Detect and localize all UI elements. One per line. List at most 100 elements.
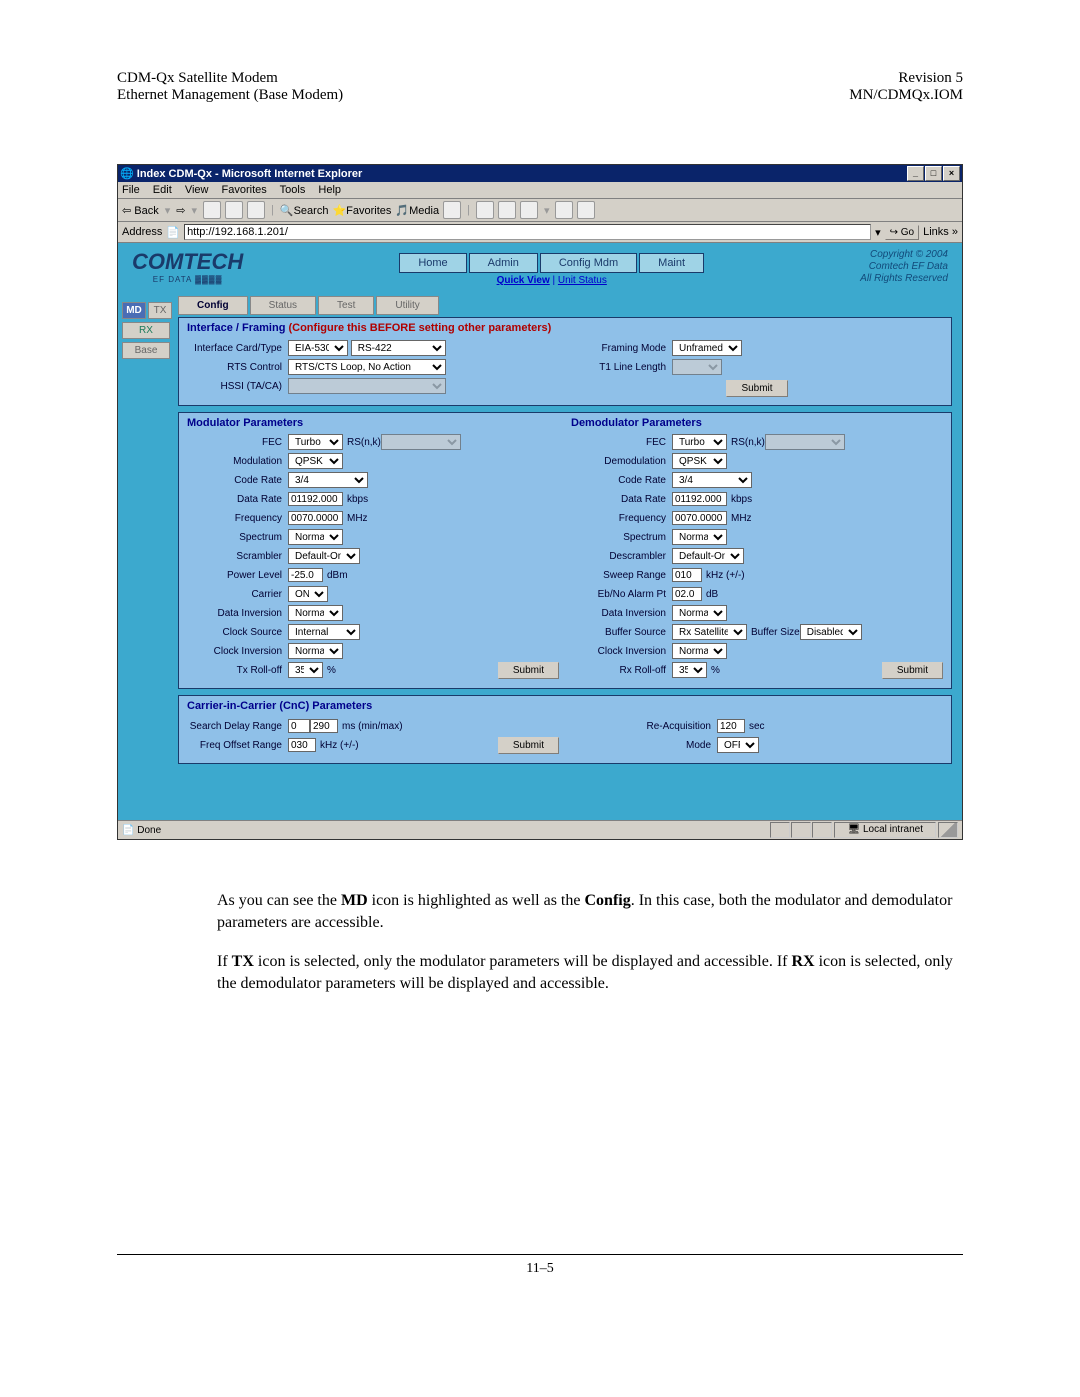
dem-submit-button[interactable]: Submit [882, 662, 943, 679]
url-dropdown-icon[interactable]: ▾ [875, 226, 881, 239]
research-icon[interactable] [577, 201, 595, 219]
nav-maint[interactable]: Maint [639, 253, 704, 273]
mod-frequency[interactable] [288, 511, 343, 525]
if-warn: (Configure this BEFORE setting other par… [288, 322, 551, 334]
body-text: As you can see the MD icon is highlighte… [217, 890, 953, 994]
status-zone: Local intranet [863, 824, 923, 835]
menu-view[interactable]: View [185, 184, 209, 196]
dem-rolloff[interactable]: 35 [672, 662, 707, 678]
dem-ebno[interactable] [672, 587, 702, 601]
mail-icon[interactable] [476, 201, 494, 219]
mod-clocksource[interactable]: Internal [288, 624, 360, 640]
side-rx[interactable]: RX [122, 322, 170, 339]
panel-cnc: Carrier-in-Carrier (CnC) Parameters Sear… [178, 695, 952, 764]
window-titlebar: 🌐 Index CDM-Qx - Microsoft Internet Expl… [118, 165, 962, 182]
page-number: 11–5 [526, 1261, 553, 1276]
if-framing-label: Framing Mode [571, 343, 672, 354]
print-icon[interactable] [498, 201, 516, 219]
main-tabs: Config Status Test Utility [178, 296, 952, 315]
if-framing-select[interactable]: Unframed [672, 340, 742, 356]
mod-coderate[interactable]: 3/4 [288, 472, 368, 488]
dem-fec[interactable]: Turbo [672, 434, 727, 450]
go-button[interactable]: ↪ Go [885, 225, 920, 240]
menu-file[interactable]: File [122, 184, 140, 196]
favorites-button[interactable]: ⭐Favorites [332, 204, 391, 217]
tab-config[interactable]: Config [178, 296, 248, 315]
maximize-icon[interactable]: □ [925, 166, 942, 181]
copyright: Copyright © 2004 Comtech EF Data All Rig… [860, 249, 948, 285]
subnav-unitstatus[interactable]: Unit Status [558, 275, 607, 286]
home-icon[interactable] [247, 201, 265, 219]
dem-buffersource[interactable]: Rx Satellite [672, 624, 747, 640]
dem-datarate[interactable] [672, 492, 727, 506]
nav-config-mdm[interactable]: Config Mdm [540, 253, 637, 273]
if-hssi-label: HSSI (TA/CA) [187, 381, 288, 392]
if-card-select[interactable]: EIA-530 [288, 340, 348, 356]
tab-utility[interactable]: Utility [376, 296, 438, 315]
discuss-icon[interactable] [555, 201, 573, 219]
url-input[interactable] [184, 224, 871, 240]
tab-test[interactable]: Test [318, 296, 374, 315]
close-icon[interactable]: × [943, 166, 960, 181]
nav-admin[interactable]: Admin [469, 253, 538, 273]
mod-modulation[interactable]: QPSK [288, 453, 343, 469]
edit-icon[interactable] [520, 201, 538, 219]
forward-button[interactable]: ⇨ [176, 204, 185, 217]
tab-status[interactable]: Status [250, 296, 316, 315]
page-footer: 11–5 [117, 1254, 963, 1277]
side-tx[interactable]: TX [148, 302, 172, 319]
if-rts-select[interactable]: RTS/CTS Loop, No Action [288, 359, 446, 375]
mod-fec[interactable]: Turbo [288, 434, 343, 450]
cnc-submit-button[interactable]: Submit [498, 737, 559, 754]
mod-scrambler[interactable]: Default-On [288, 548, 360, 564]
resize-grip-icon[interactable] [938, 822, 958, 838]
menu-bar: File Edit View Favorites Tools Help [118, 182, 962, 199]
menu-help[interactable]: Help [318, 184, 341, 196]
side-base[interactable]: Base [122, 342, 170, 359]
search-button[interactable]: 🔍Search [280, 204, 329, 217]
mod-datarate[interactable] [288, 492, 343, 506]
intranet-icon: 🖥 [847, 824, 860, 835]
menu-edit[interactable]: Edit [153, 184, 172, 196]
mod-clockinv[interactable]: Normal [288, 643, 343, 659]
stop-icon[interactable] [203, 201, 221, 219]
mod-datainv[interactable]: Normal [288, 605, 343, 621]
nav-home[interactable]: Home [399, 253, 466, 273]
media-button[interactable]: 🎵Media [395, 204, 439, 217]
cnc-sdr-max[interactable] [310, 719, 338, 733]
mod-rolloff[interactable]: 35 [288, 662, 323, 678]
dem-descrambler[interactable]: Default-On [672, 548, 744, 564]
dem-frequency[interactable] [672, 511, 727, 525]
minimize-icon[interactable]: _ [907, 166, 924, 181]
dem-coderate[interactable]: 3/4 [672, 472, 752, 488]
menu-favorites[interactable]: Favorites [222, 184, 267, 196]
mod-powerlevel[interactable] [288, 568, 323, 582]
mod-spectrum[interactable]: Normal [288, 529, 343, 545]
back-button[interactable]: ⇦ Back [122, 204, 159, 217]
toolbar: ⇦ Back ▾ ⇨ ▾ | 🔍Search ⭐Favorites 🎵Media… [118, 199, 962, 222]
dem-spectrum[interactable]: Normal [672, 529, 727, 545]
subnav-quickview[interactable]: Quick View [497, 275, 550, 286]
sub-nav: Quick View | Unit Status [399, 273, 704, 294]
cnc-sdr-min[interactable] [288, 719, 310, 733]
side-md[interactable]: MD [122, 302, 146, 319]
mod-submit-button[interactable]: Submit [498, 662, 559, 679]
cnc-mode[interactable]: OFF [717, 737, 759, 753]
history-icon[interactable] [443, 201, 461, 219]
mod-carrier[interactable]: ON [288, 586, 328, 602]
if-hssi-select [288, 378, 446, 394]
refresh-icon[interactable] [225, 201, 243, 219]
dem-sweeprange[interactable] [672, 568, 702, 582]
dem-demod[interactable]: QPSK [672, 453, 727, 469]
dem-buffersize[interactable]: Disabled [800, 624, 862, 640]
dem-datainv[interactable]: Normal [672, 605, 727, 621]
dem-clockinv[interactable]: Normal [672, 643, 727, 659]
doc-id: MN/CDMQx.IOM [849, 87, 963, 104]
menu-tools[interactable]: Tools [280, 184, 306, 196]
if-type-select[interactable]: RS-422 [351, 340, 446, 356]
links-menu[interactable]: Links » [923, 226, 958, 238]
if-t1-label: T1 Line Length [571, 362, 672, 373]
cnc-reacq[interactable] [717, 719, 745, 733]
if-submit-button[interactable]: Submit [726, 380, 787, 397]
cnc-for[interactable] [288, 738, 316, 752]
